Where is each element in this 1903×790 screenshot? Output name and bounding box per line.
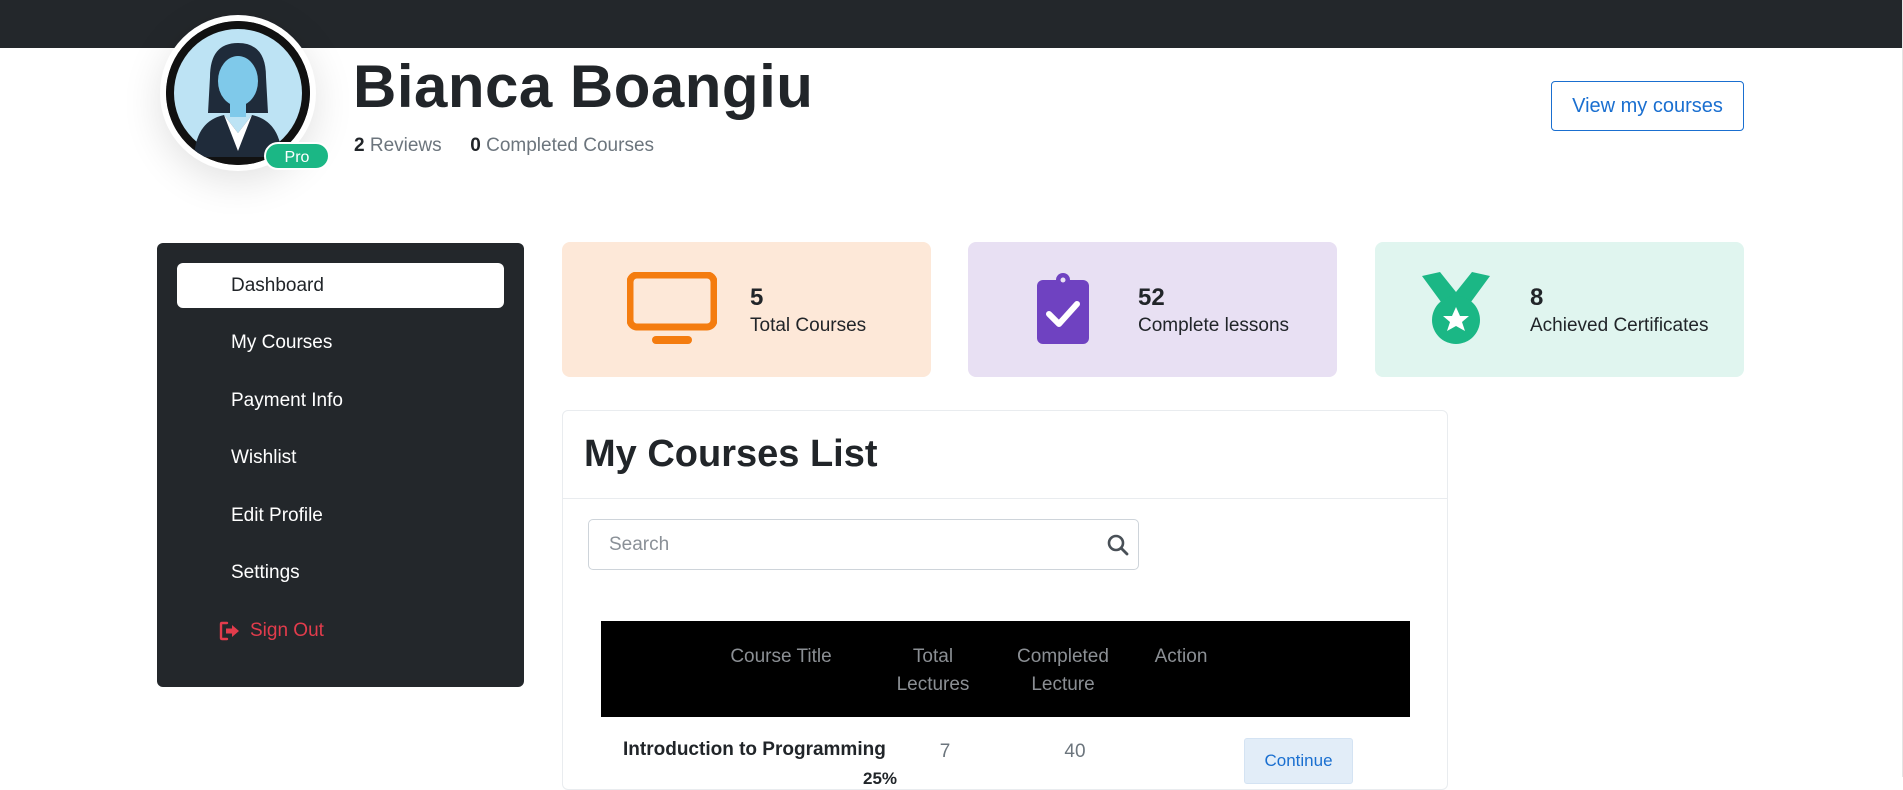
search-icon[interactable] [1106, 533, 1130, 557]
header-line: Completed [1017, 646, 1109, 667]
column-header-course-title[interactable]: Course Title [681, 643, 881, 671]
stat-label: Complete lessons [1138, 315, 1290, 336]
sidebar-item-dashboard[interactable]: Dashboard [177, 263, 504, 308]
divider [563, 498, 1447, 499]
profile-name: Bianca Boangiu [353, 53, 814, 120]
sidebar-item-payment-info[interactable]: Payment Info [177, 378, 504, 423]
completed-courses-label: Completed Courses [486, 135, 655, 156]
continue-button[interactable]: Continue [1244, 738, 1353, 784]
stat-value: 8 [1530, 284, 1544, 311]
clipboard-check-icon [1037, 273, 1089, 344]
completed-courses-count: 0 [470, 135, 481, 156]
stat-label: Total Courses [750, 315, 867, 336]
view-my-courses-button[interactable]: View my courses [1551, 81, 1744, 131]
course-title-cell[interactable]: Introduction to Programming [623, 739, 903, 761]
sidebar-item-settings[interactable]: Settings [177, 550, 504, 595]
sidebar-item-wishlist[interactable]: Wishlist [177, 435, 504, 480]
header-line: Total [912, 646, 954, 667]
sidebar-item-my-courses[interactable]: My Courses [177, 320, 504, 365]
monitor-icon [627, 272, 717, 344]
column-header-total-lectures[interactable]: Total Lectures [883, 643, 983, 699]
search-box [588, 519, 1139, 570]
sidebar-item-sign-out[interactable]: Sign Out [177, 608, 504, 653]
header-line: Lecture [1031, 674, 1095, 695]
courses-list-panel: My Courses List Course Title Total Lectu… [562, 410, 1448, 790]
search-input[interactable] [589, 520, 1089, 569]
medal-icon [1422, 272, 1490, 344]
pro-badge: Pro [264, 142, 330, 170]
stat-card-total-courses: 5 Total Courses [562, 242, 931, 377]
sidebar: Dashboard My Courses Payment Info Wishli… [157, 243, 524, 687]
courses-list-title: My Courses List [584, 433, 878, 475]
stat-value: 5 [750, 284, 764, 311]
sidebar-item-edit-profile[interactable]: Edit Profile [177, 493, 504, 538]
header-line: Lectures [896, 674, 970, 695]
reviews-label: Reviews [369, 135, 442, 156]
stat-card-achieved-certificates: 8 Achieved Certificates [1375, 242, 1744, 377]
stat-label: Achieved Certificates [1530, 315, 1709, 336]
stat-card-complete-lessons: 52 Complete lessons [968, 242, 1337, 377]
table-header: Course Title Total Lectures Completed Le… [601, 621, 1410, 717]
progress-percent: 25% [863, 769, 898, 788]
profile-stats: 2 Reviews 0 Completed Courses [354, 135, 654, 157]
column-header-completed-lecture[interactable]: Completed Lecture [993, 643, 1133, 699]
sign-out-label: Sign Out [250, 620, 324, 641]
stat-value: 52 [1138, 284, 1165, 311]
total-lectures-cell: 7 [939, 741, 951, 762]
column-header-action: Action [1154, 646, 1208, 667]
sign-out-icon [219, 621, 239, 641]
completed-lecture-cell: 40 [1064, 741, 1086, 762]
reviews-count: 2 [354, 135, 365, 156]
